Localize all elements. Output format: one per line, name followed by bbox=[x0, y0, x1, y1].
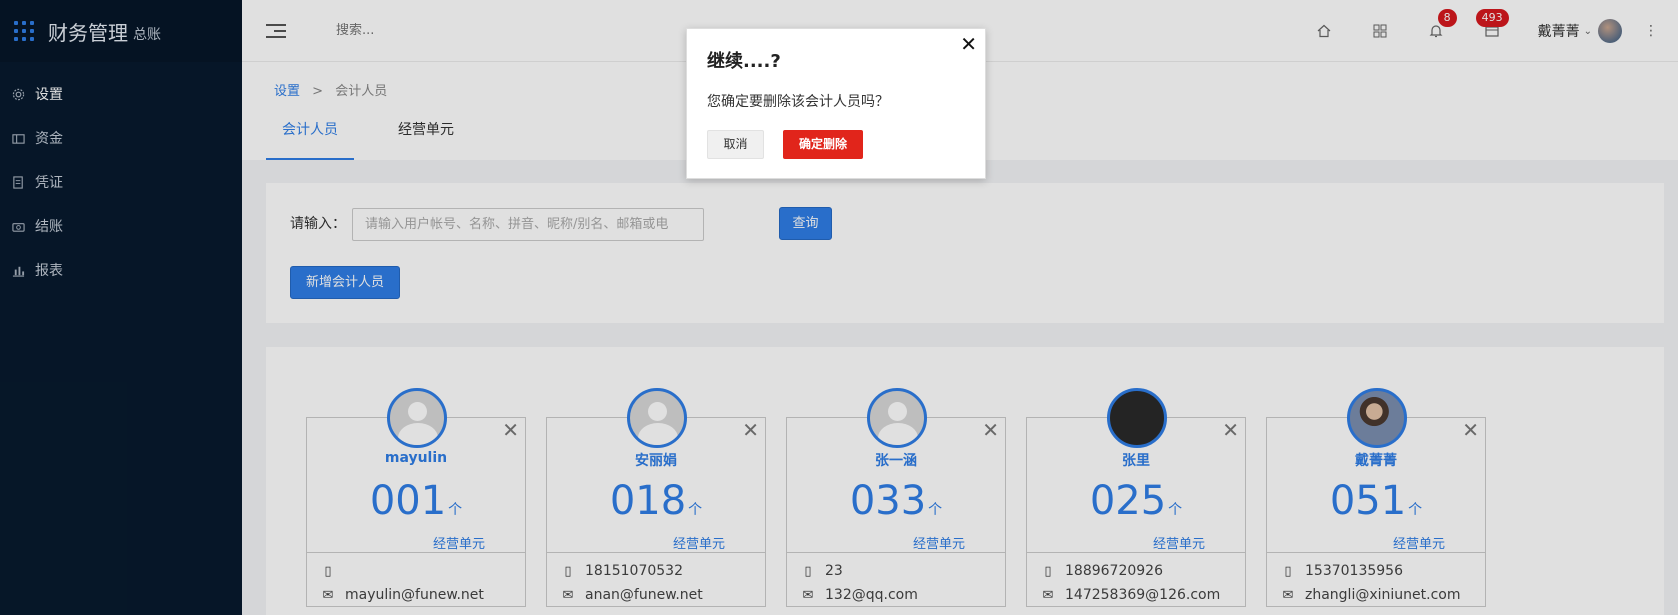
cancel-button[interactable]: 取消 bbox=[707, 130, 764, 159]
dialog-title: 继续....? bbox=[707, 51, 781, 72]
close-icon[interactable]: ✕ bbox=[960, 32, 977, 56]
dialog-message: 您确定要删除该会计人员吗？ bbox=[707, 94, 889, 110]
confirm-delete-dialog: 继续....? ✕ 您确定要删除该会计人员吗？ 取消 确定删除 bbox=[686, 28, 986, 179]
confirm-delete-button[interactable]: 确定删除 bbox=[783, 130, 863, 159]
